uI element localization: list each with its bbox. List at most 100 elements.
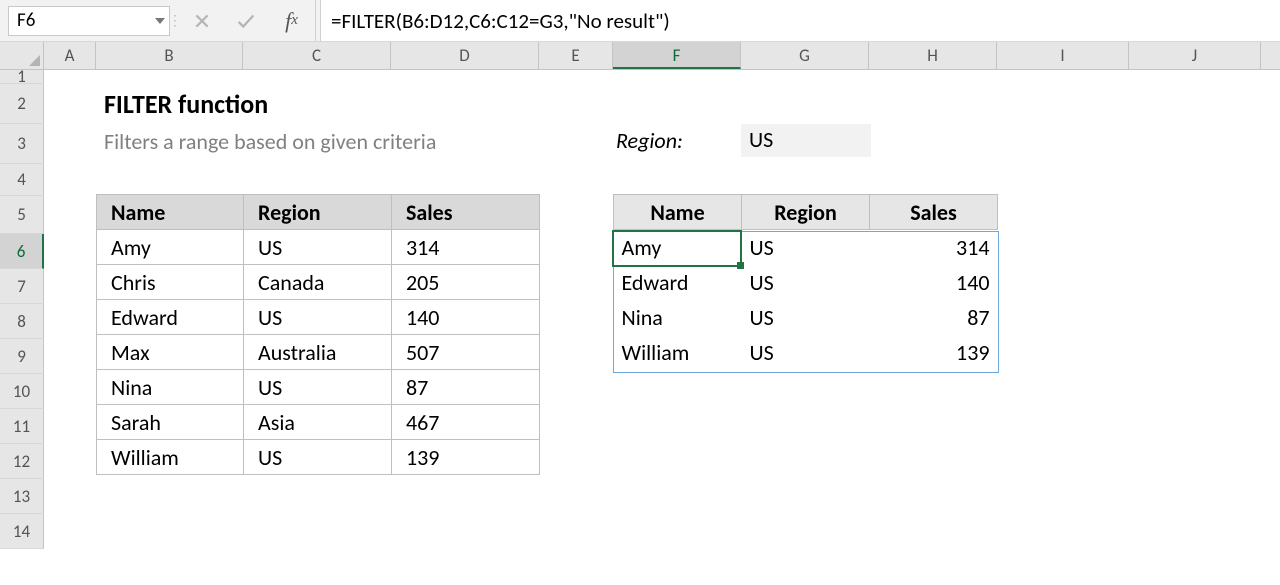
worksheet-grid: 1234567891011121314 FILTER function Filt… xyxy=(0,70,1280,549)
result-table-header-row: Name Region Sales xyxy=(614,195,998,230)
table-cell[interactable]: Edward xyxy=(97,300,244,335)
table-cell[interactable]: US xyxy=(742,300,870,335)
source-header-name[interactable]: Name xyxy=(97,195,244,230)
row-header-1[interactable]: 1 xyxy=(0,70,44,84)
table-row[interactable]: AmyUS314 xyxy=(97,230,540,265)
table-cell[interactable]: 140 xyxy=(392,300,540,335)
row-header-3[interactable]: 3 xyxy=(0,124,44,164)
row-header-6[interactable]: 6 xyxy=(0,234,44,269)
source-table-header-row: Name Region Sales xyxy=(97,195,540,230)
region-filter-value: US xyxy=(749,126,773,153)
column-header-B[interactable]: B xyxy=(96,42,243,69)
table-cell[interactable]: Nina xyxy=(614,300,742,335)
table-cell[interactable]: US xyxy=(742,265,870,300)
region-filter-label: Region: xyxy=(616,127,683,154)
table-cell[interactable]: 139 xyxy=(870,335,998,370)
name-box-container: F6 xyxy=(0,0,170,41)
column-header-E[interactable]: E xyxy=(539,42,613,69)
row-headers: 1234567891011121314 xyxy=(0,70,44,549)
table-row[interactable]: ChrisCanada205 xyxy=(97,265,540,300)
table-cell[interactable]: William xyxy=(97,440,244,475)
table-cell[interactable]: Amy xyxy=(97,230,244,265)
region-filter-value-cell[interactable]: US xyxy=(741,124,871,157)
table-cell[interactable]: Australia xyxy=(244,335,392,370)
table-row[interactable]: EdwardUS140 xyxy=(614,265,998,300)
table-cell[interactable]: Nina xyxy=(97,370,244,405)
table-cell[interactable]: 507 xyxy=(392,335,540,370)
result-header-region[interactable]: Region xyxy=(742,195,870,230)
column-header-F[interactable]: F xyxy=(613,42,741,69)
column-headers: ABCDEFGHIJ xyxy=(0,42,1280,70)
table-cell[interactable]: 139 xyxy=(392,440,540,475)
formula-text: =FILTER(B6:D12,C6:C12=G3,"No result") xyxy=(331,8,670,34)
table-cell[interactable]: 314 xyxy=(392,230,540,265)
result-header-name[interactable]: Name xyxy=(614,195,742,230)
table-cell[interactable]: 140 xyxy=(870,265,998,300)
row-header-14[interactable]: 14 xyxy=(0,514,44,549)
result-table-body: AmyUS314EdwardUS140NinaUS87WilliamUS139 xyxy=(614,230,998,370)
table-cell[interactable]: US xyxy=(244,230,392,265)
row-header-4[interactable]: 4 xyxy=(0,164,44,196)
enter-formula-button[interactable] xyxy=(224,0,268,41)
insert-function-button[interactable]: fx xyxy=(268,0,316,41)
table-cell[interactable]: US xyxy=(244,440,392,475)
name-box[interactable]: F6 xyxy=(8,6,170,36)
row-header-8[interactable]: 8 xyxy=(0,304,44,339)
table-cell[interactable]: US xyxy=(742,230,870,265)
table-row[interactable]: WilliamUS139 xyxy=(614,335,998,370)
table-cell[interactable]: US xyxy=(244,300,392,335)
result-header-sales[interactable]: Sales xyxy=(870,195,998,230)
result-table: Name Region Sales AmyUS314EdwardUS140Nin… xyxy=(613,194,998,370)
table-cell[interactable]: Canada xyxy=(244,265,392,300)
name-box-value: F6 xyxy=(17,9,35,32)
table-row[interactable]: WilliamUS139 xyxy=(97,440,540,475)
table-cell[interactable]: Edward xyxy=(614,265,742,300)
table-cell[interactable]: Sarah xyxy=(97,405,244,440)
table-cell[interactable]: 205 xyxy=(392,265,540,300)
table-cell[interactable]: 314 xyxy=(870,230,998,265)
name-box-dropdown-icon[interactable] xyxy=(155,18,165,24)
row-header-12[interactable]: 12 xyxy=(0,444,44,479)
table-cell[interactable]: Asia xyxy=(244,405,392,440)
row-header-13[interactable]: 13 xyxy=(0,479,44,514)
row-header-5[interactable]: 5 xyxy=(0,196,44,234)
source-data-table: Name Region Sales AmyUS314ChrisCanada205… xyxy=(96,194,540,475)
table-row[interactable]: NinaUS87 xyxy=(97,370,540,405)
table-cell[interactable]: Amy xyxy=(614,230,742,265)
source-table-body: AmyUS314ChrisCanada205EdwardUS140MaxAust… xyxy=(97,230,540,475)
table-cell[interactable]: Max xyxy=(97,335,244,370)
table-row[interactable]: MaxAustralia507 xyxy=(97,335,540,370)
table-row[interactable]: AmyUS314 xyxy=(614,230,998,265)
row-header-11[interactable]: 11 xyxy=(0,409,44,444)
select-all-corner[interactable] xyxy=(0,42,44,69)
table-row[interactable]: NinaUS87 xyxy=(614,300,998,335)
column-header-A[interactable]: A xyxy=(44,42,96,69)
column-header-G[interactable]: G xyxy=(741,42,869,69)
table-cell[interactable]: William xyxy=(614,335,742,370)
row-header-9[interactable]: 9 xyxy=(0,339,44,374)
cancel-formula-button[interactable] xyxy=(180,0,224,41)
table-cell[interactable]: US xyxy=(244,370,392,405)
table-cell[interactable]: 87 xyxy=(392,370,540,405)
table-row[interactable]: SarahAsia467 xyxy=(97,405,540,440)
formula-bar: F6 fx =FILTER(B6:D12,C6:C12=G3,"No resul… xyxy=(0,0,1280,42)
column-header-C[interactable]: C xyxy=(243,42,391,69)
row-header-2[interactable]: 2 xyxy=(0,84,44,124)
row-header-10[interactable]: 10 xyxy=(0,374,44,409)
table-row[interactable]: EdwardUS140 xyxy=(97,300,540,335)
column-header-I[interactable]: I xyxy=(997,42,1129,69)
row-header-7[interactable]: 7 xyxy=(0,269,44,304)
source-header-sales[interactable]: Sales xyxy=(392,195,540,230)
table-cell[interactable]: 87 xyxy=(870,300,998,335)
source-header-region[interactable]: Region xyxy=(244,195,392,230)
sheet-area[interactable]: FILTER function Filters a range based on… xyxy=(44,70,1280,549)
page-subtitle: Filters a range based on given criteria xyxy=(104,128,436,155)
column-header-J[interactable]: J xyxy=(1129,42,1261,69)
table-cell[interactable]: Chris xyxy=(97,265,244,300)
formula-input[interactable]: =FILTER(B6:D12,C6:C12=G3,"No result") xyxy=(320,0,1280,41)
table-cell[interactable]: US xyxy=(742,335,870,370)
table-cell[interactable]: 467 xyxy=(392,405,540,440)
column-header-D[interactable]: D xyxy=(391,42,539,69)
formula-bar-separator xyxy=(170,0,180,41)
column-header-H[interactable]: H xyxy=(869,42,997,69)
